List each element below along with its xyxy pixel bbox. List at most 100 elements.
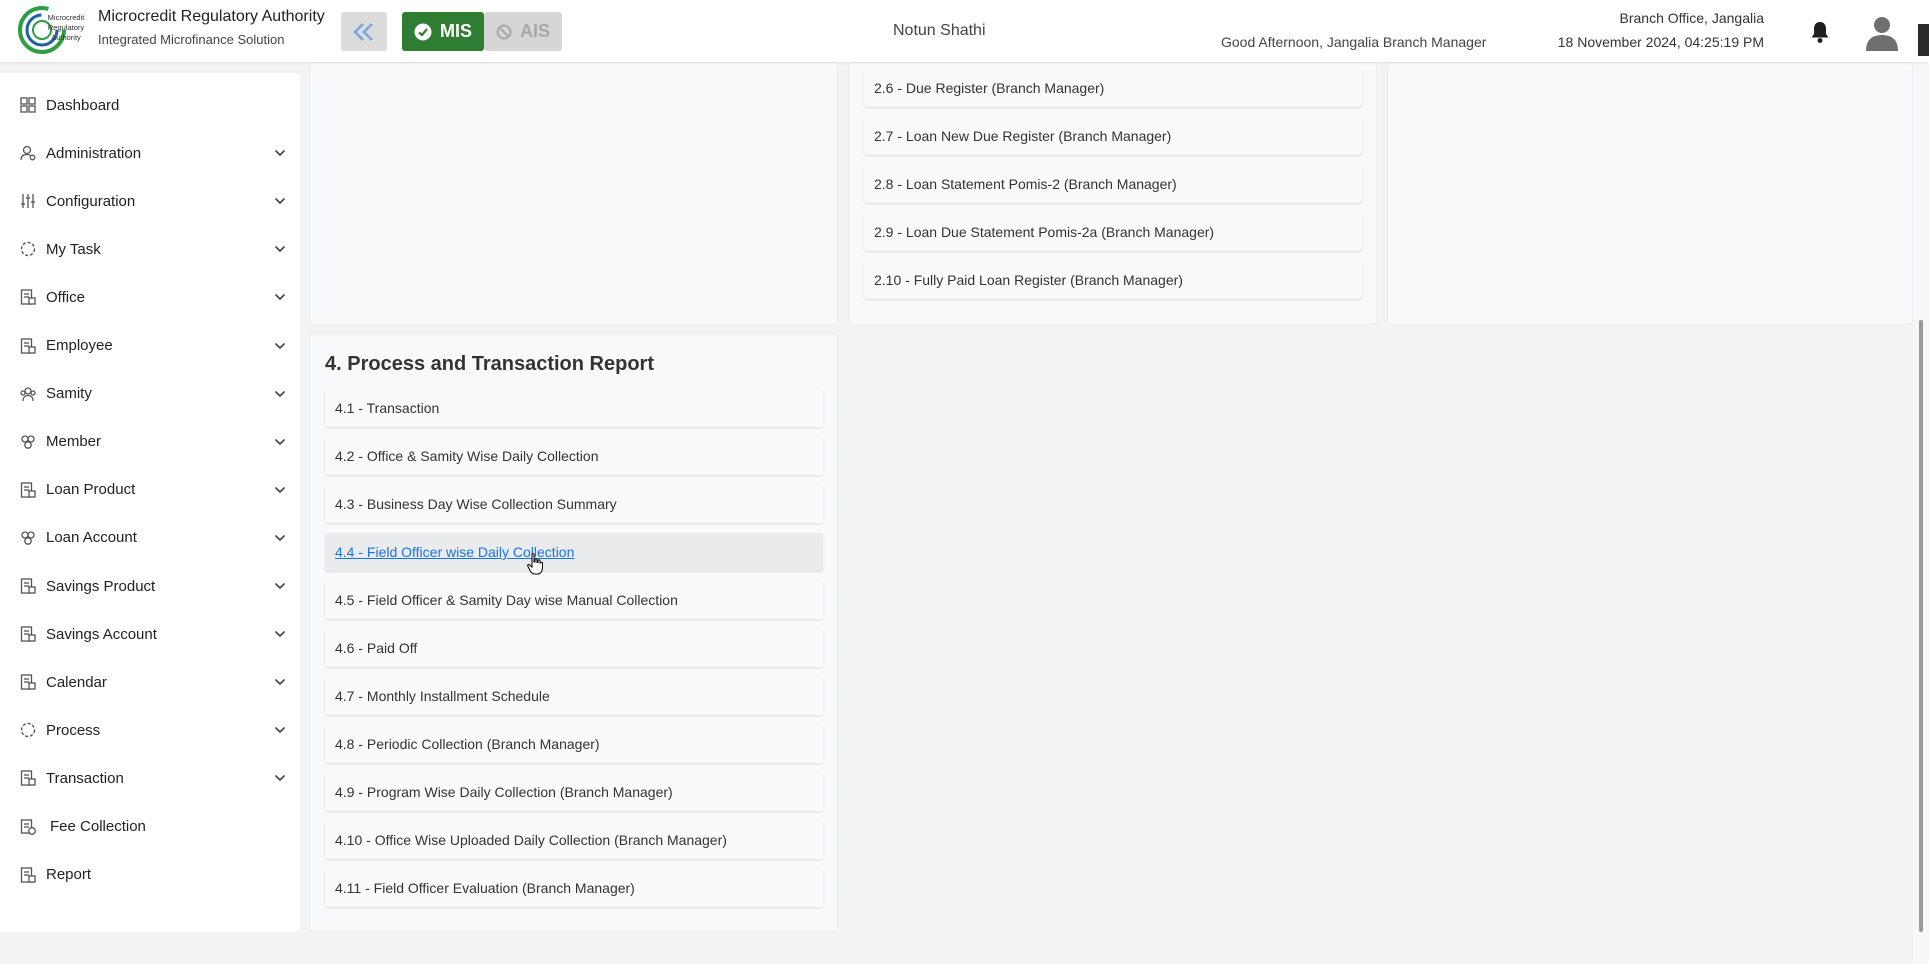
report-link[interactable]: 4.1 - Transaction xyxy=(325,389,823,427)
sidebar-item-label: Member xyxy=(46,433,102,451)
sidebar-item-label: Samity xyxy=(46,385,92,403)
sidebar-item-calendar[interactable]: Calendar xyxy=(0,662,300,702)
report-link[interactable]: 4.8 - Periodic Collection (Branch Manage… xyxy=(325,725,823,763)
report-link[interactable]: 2.10 - Fully Paid Loan Register (Branch … xyxy=(864,261,1362,299)
chevron-down-icon xyxy=(274,438,286,445)
sidebar-item-savings-product[interactable]: Savings Product xyxy=(0,566,300,606)
report-link[interactable]: 2.9 - Loan Due Statement Pomis-2a (Branc… xyxy=(864,213,1362,251)
document-icon xyxy=(20,770,36,787)
report-link[interactable]: 2.7 - Loan New Due Register (Branch Mana… xyxy=(864,117,1362,155)
hand-cursor-icon xyxy=(527,553,543,575)
scrollbar-thumb[interactable] xyxy=(1919,320,1923,932)
sidebar-item-office[interactable]: Office xyxy=(0,277,300,317)
sidebar-item-label: Savings Account xyxy=(46,625,157,643)
sidebar: Dashboard Administration Configuration My T… xyxy=(0,73,300,932)
sidebar-item-label: Calendar xyxy=(46,673,107,691)
report-link-label: 4.8 - Periodic Collection (Branch Manage… xyxy=(335,736,600,752)
report-link[interactable]: 4.3 - Business Day Wise Collection Summa… xyxy=(325,485,823,523)
report-link[interactable]: 2.8 - Loan Statement Pomis-2 (Branch Man… xyxy=(864,165,1362,203)
sidebar-item-fee-collection[interactable]: Fee Collection xyxy=(0,807,300,847)
ban-icon xyxy=(496,24,512,39)
report-link[interactable]: 4.10 - Office Wise Uploaded Daily Collec… xyxy=(325,821,823,859)
greeting-text: Good Afternoon, Jangalia Branch Manager xyxy=(1221,34,1487,50)
fee-icon xyxy=(20,818,36,835)
sidebar-item-label: Administration xyxy=(46,144,142,162)
report-link[interactable]: 4.5 - Field Officer & Samity Day wise Ma… xyxy=(325,581,823,619)
mra-logo: Microcredit Regulatory Authority xyxy=(18,6,86,54)
report-link[interactable]: 4.6 - Paid Off xyxy=(325,629,823,667)
report-panel-top-left xyxy=(309,62,838,325)
ais-button[interactable]: AIS xyxy=(484,12,562,51)
report-link-label: 4.3 - Business Day Wise Collection Summa… xyxy=(335,496,617,512)
report-link[interactable]: 4.11 - Field Officer Evaluation (Branch … xyxy=(325,869,823,907)
chevron-down-icon xyxy=(274,150,286,157)
document-icon xyxy=(20,289,36,306)
sidebar-item-label: Dashboard xyxy=(46,96,120,114)
report-link-label: 4.6 - Paid Off xyxy=(335,640,418,656)
chevron-down-icon xyxy=(274,727,286,734)
ais-label: AIS xyxy=(519,21,550,41)
report-link[interactable]: 4.7 - Monthly Installment Schedule xyxy=(325,677,823,715)
chevron-down-icon xyxy=(274,534,286,542)
report-link[interactable]: 4.2 - Office & Samity Wise Daily Collect… xyxy=(325,437,823,475)
chevron-down-icon xyxy=(274,342,286,349)
chevron-down-icon xyxy=(274,582,286,590)
report-link[interactable]: 4.9 - Program Wise Daily Collection (Bra… xyxy=(325,773,823,811)
user-gear-icon xyxy=(20,145,36,161)
app-name: Notun Shathi xyxy=(893,22,986,39)
user-avatar-icon[interactable] xyxy=(1864,13,1900,51)
chevron-down-icon xyxy=(274,486,286,493)
report-panel-top-right xyxy=(1387,62,1913,325)
report-link-label: 4.11 - Field Officer Evaluation (Branch … xyxy=(335,880,635,896)
side-panel-tab[interactable] xyxy=(1918,24,1929,56)
report-link-label: 2.10 - Fully Paid Loan Register (Branch … xyxy=(874,272,1183,288)
notification-bell-icon[interactable] xyxy=(1809,20,1831,44)
sidebar-item-dashboard[interactable]: Dashboard xyxy=(0,85,300,125)
sidebar-item-loan-product[interactable]: Loan Product xyxy=(0,470,300,510)
mis-button[interactable]: MIS xyxy=(402,12,484,51)
sidebar-item-report[interactable]: Report xyxy=(0,855,300,895)
org-title: Microcredit Regulatory Authority xyxy=(98,8,325,25)
sidebar-item-label: My Task xyxy=(46,240,101,258)
page-scrollbar[interactable] xyxy=(1913,62,1929,964)
svg-text:Microcredit: Microcredit xyxy=(48,13,86,22)
collapse-sidebar-button[interactable] xyxy=(341,12,387,51)
sidebar-item-my-task[interactable]: My Task xyxy=(0,229,300,269)
dashed-circle-icon xyxy=(20,242,36,257)
sidebar-item-loan-account[interactable]: Loan Account xyxy=(0,518,300,558)
dashed-circle-icon xyxy=(20,723,36,738)
sidebar-item-label: Transaction xyxy=(46,769,124,787)
report-link-label: 4.5 - Field Officer & Samity Day wise Ma… xyxy=(335,592,678,608)
sidebar-item-administration[interactable]: Administration xyxy=(0,133,300,173)
sidebar-item-employee[interactable]: Employee xyxy=(0,326,300,366)
document-icon xyxy=(20,626,36,642)
document-icon xyxy=(20,337,36,354)
report-link[interactable]: 2.6 - Due Register (Branch Manager) xyxy=(864,69,1362,107)
branch-name: Branch Office, Jangalia xyxy=(1619,10,1765,26)
sidebar-item-samity[interactable]: Samity xyxy=(0,374,300,414)
sidebar-item-label: Loan Product xyxy=(46,481,136,499)
org-subtitle: Integrated Microfinance Solution xyxy=(98,32,285,47)
sidebar-item-savings-account[interactable]: Savings Account xyxy=(0,614,300,654)
sidebar-item-label: Office xyxy=(46,288,85,306)
chevron-down-icon xyxy=(274,631,286,638)
sidebar-item-process[interactable]: Process xyxy=(0,710,300,750)
sidebar-item-member[interactable]: Member xyxy=(0,422,300,462)
report-link-label: 4.2 - Office & Samity Wise Daily Collect… xyxy=(335,448,599,464)
sidebar-item-transaction[interactable]: Transaction xyxy=(0,758,300,798)
report-link-label: 4.1 - Transaction xyxy=(335,400,440,416)
grid-icon xyxy=(20,97,36,113)
sidebar-item-configuration[interactable]: Configuration xyxy=(0,181,300,221)
sidebar-item-label: Fee Collection xyxy=(50,818,146,835)
chevron-down-icon xyxy=(274,775,286,782)
report-link[interactable]: 4.4 - Field Officer wise Daily Collectio… xyxy=(325,533,823,571)
chevron-down-icon xyxy=(274,679,286,686)
report-link-label: 2.6 - Due Register (Branch Manager) xyxy=(874,80,1105,96)
document-icon xyxy=(20,866,36,883)
report-link-label: 2.9 - Loan Due Statement Pomis-2a (Branc… xyxy=(874,224,1215,240)
top-header: Microcredit Regulatory Authority Microcr… xyxy=(0,0,1929,62)
sidebar-item-label: Loan Account xyxy=(46,529,137,547)
group-icon xyxy=(20,386,36,401)
double-chevron-left-icon xyxy=(353,22,373,41)
document-icon xyxy=(20,674,36,690)
